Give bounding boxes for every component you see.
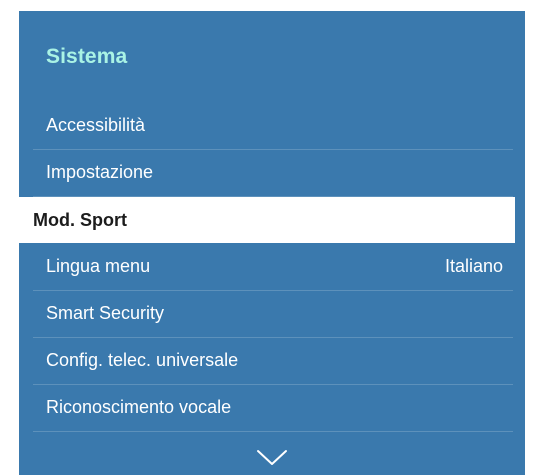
menu-item-label: Impostazione: [46, 162, 154, 182]
menu-item-value: Italiano: [444, 256, 503, 276]
menu-item-lingua-menu[interactable]: Lingua menu Italiano: [33, 244, 513, 291]
menu-item-config-telec-universale[interactable]: Config. telec. universale: [33, 338, 513, 385]
menu-item-label: Mod. Sport: [33, 210, 127, 230]
menu-item-riconoscimento-vocale[interactable]: Riconoscimento vocale: [33, 385, 513, 432]
system-menu-panel: Sistema Accessibilità Impostazione Mod. …: [19, 11, 525, 475]
menu-item-label: Accessibilità: [46, 115, 146, 135]
menu-item-accessibilita[interactable]: Accessibilità: [33, 103, 513, 150]
chevron-down-icon: [257, 450, 287, 465]
menu-item-label: Config. telec. universale: [46, 350, 239, 370]
menu-item-impostazione[interactable]: Impostazione: [33, 150, 513, 197]
panel-title: Sistema: [46, 45, 128, 68]
scroll-down-button[interactable]: [255, 448, 289, 468]
menu-item-label: Smart Security: [46, 303, 165, 323]
menu-item-label: Riconoscimento vocale: [46, 397, 232, 417]
menu-item-label: Lingua menu: [46, 256, 151, 276]
menu-item-mod-sport[interactable]: Mod. Sport: [19, 197, 515, 243]
menu-list: Accessibilità Impostazione Mod. Sport Li…: [19, 103, 515, 432]
menu-item-smart-security[interactable]: Smart Security: [33, 291, 513, 338]
